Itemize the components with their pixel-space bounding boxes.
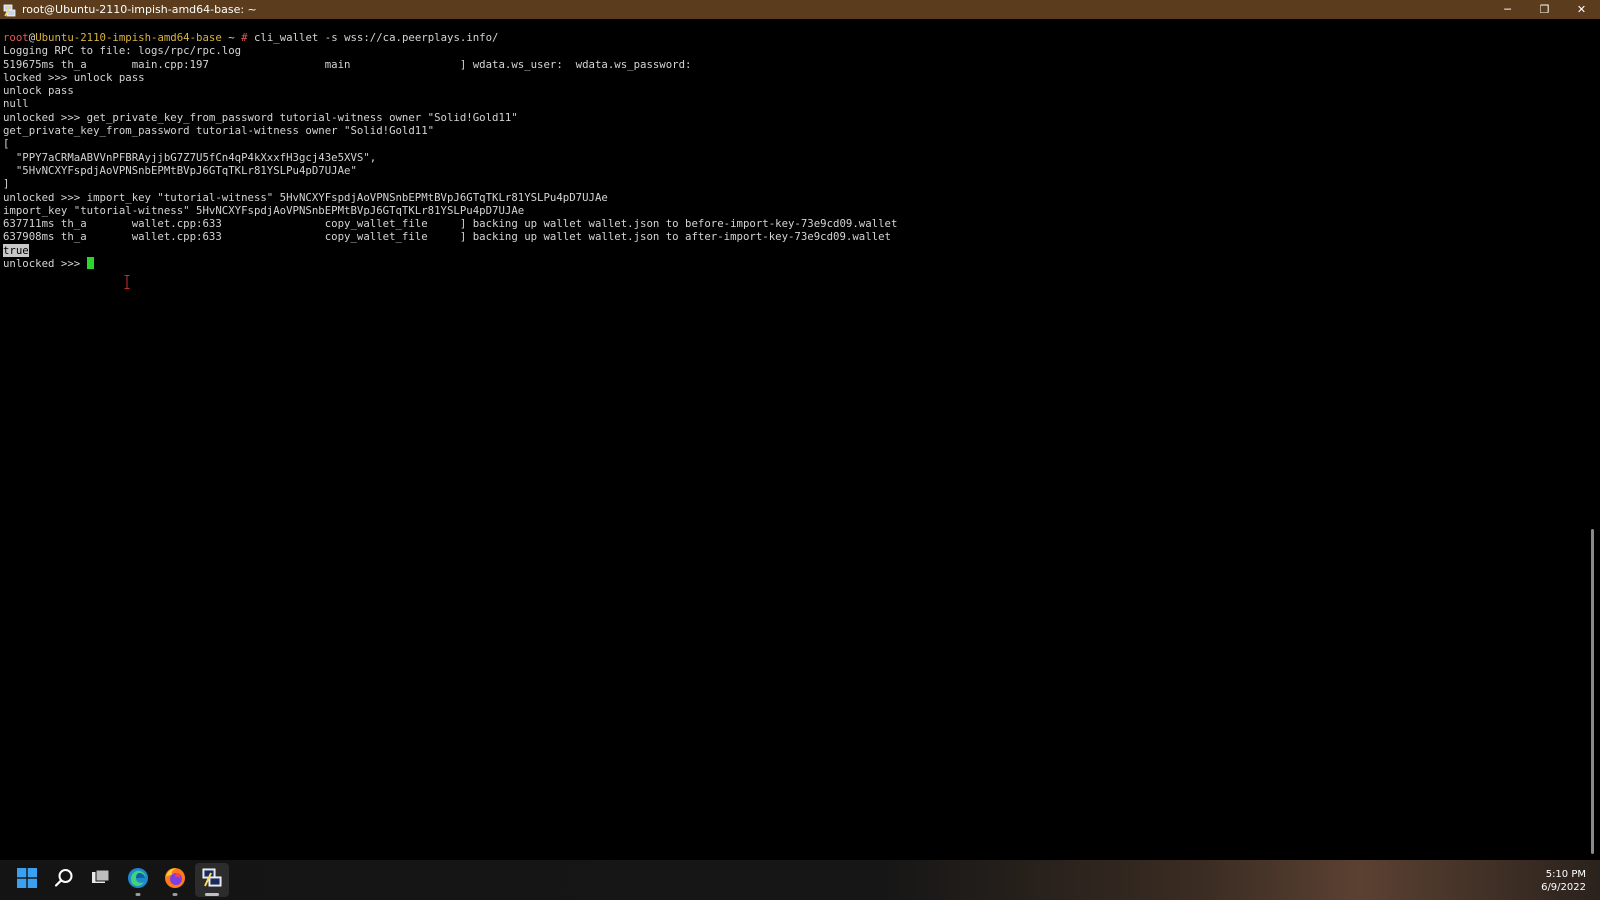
putty-icon	[201, 867, 223, 893]
windows-start-icon	[17, 868, 37, 892]
terminal-line: unlocked >>> get_private_key_from_passwo…	[3, 110, 518, 124]
terminal-line: null	[3, 97, 29, 111]
taskbar-putty[interactable]	[195, 863, 229, 897]
search-icon	[54, 868, 74, 892]
running-indicator	[135, 893, 141, 896]
clock-date: 6/9/2022	[1541, 882, 1586, 893]
terminal-line: get_private_key_from_password tutorial-w…	[3, 124, 435, 138]
active-indicator	[205, 893, 219, 896]
minimize-button[interactable]: ─	[1489, 0, 1526, 19]
text-cursor	[86, 257, 94, 270]
start-button[interactable]	[10, 863, 44, 897]
prompt-host: Ubuntu-2110-impish-amd64-base	[35, 31, 222, 44]
current-prompt-line: unlocked >>>	[3, 257, 897, 270]
terminal-line: unlocked >>> import_key "tutorial-witnes…	[3, 190, 608, 204]
taskbar-edge[interactable]	[121, 863, 155, 897]
terminal-line: [	[3, 137, 10, 151]
window-title: root@Ubuntu-2110-impish-amd64-base: ~	[22, 3, 257, 16]
close-button[interactable]: ✕	[1563, 0, 1600, 19]
putty-icon	[3, 3, 17, 17]
task-view-button[interactable]	[84, 863, 118, 897]
title-bar[interactable]: root@Ubuntu-2110-impish-amd64-base: ~ ─ …	[0, 0, 1600, 19]
terminal-line: 637908ms th_a wallet.cpp:633 copy_wallet…	[3, 230, 891, 244]
system-clock[interactable]: 5:10 PM 6/9/2022	[1541, 868, 1586, 894]
running-indicator	[172, 893, 178, 896]
edge-browser-icon	[127, 867, 149, 893]
scrollbar-thumb[interactable]	[1591, 529, 1594, 854]
prompt-command: cli_wallet -s wss://ca.peerplays.info/	[247, 31, 499, 44]
taskbar-search-button[interactable]	[47, 863, 81, 897]
vertical-scrollbar[interactable]	[1584, 19, 1600, 860]
taskbar	[0, 860, 1600, 900]
selected-result-text[interactable]: true	[3, 243, 29, 257]
clock-time: 5:10 PM	[1545, 869, 1586, 880]
terminal-line: "5HvNCXYFspdjAoVPNSnbEPMtBVpJ6GTqTKLr81Y…	[3, 163, 357, 177]
terminal-line: 519675ms th_a main.cpp:197 main ] wdata.…	[3, 57, 692, 71]
terminal-line: 637711ms th_a wallet.cpp:633 copy_wallet…	[3, 217, 898, 231]
task-view-icon	[91, 868, 111, 892]
taskbar-firefox[interactable]	[158, 863, 192, 897]
terminal-line: locked >>> unlock pass	[3, 70, 145, 84]
terminal-line: import_key "tutorial-witness" 5HvNCXYFsp…	[3, 203, 525, 217]
terminal-line: Logging RPC to file: logs/rpc/rpc.log	[3, 44, 242, 58]
prompt-user: root	[3, 31, 29, 44]
restore-button[interactable]: ❐	[1526, 0, 1563, 19]
window-controls: ─ ❐ ✕	[1489, 0, 1600, 19]
prompt-line: root@Ubuntu-2110-impish-amd64-base ~ # c…	[3, 31, 897, 44]
result-line: true	[3, 243, 897, 257]
terminal-output[interactable]: root@Ubuntu-2110-impish-amd64-base ~ # c…	[0, 19, 1584, 860]
current-prompt: unlocked >>>	[3, 257, 87, 271]
terminal-window: root@Ubuntu-2110-impish-amd64-base: ~ ─ …	[0, 0, 1600, 860]
terminal-line: "PPY7aCRMaABVVnPFBRAyjjbG7Z7U5fCn4qP4kXx…	[3, 150, 377, 164]
terminal-line: unlock pass	[3, 84, 74, 98]
prompt-path: ~	[221, 31, 242, 44]
ibeam-cursor-icon	[124, 274, 130, 289]
firefox-icon	[164, 867, 186, 893]
terminal-line: ]	[3, 177, 10, 191]
